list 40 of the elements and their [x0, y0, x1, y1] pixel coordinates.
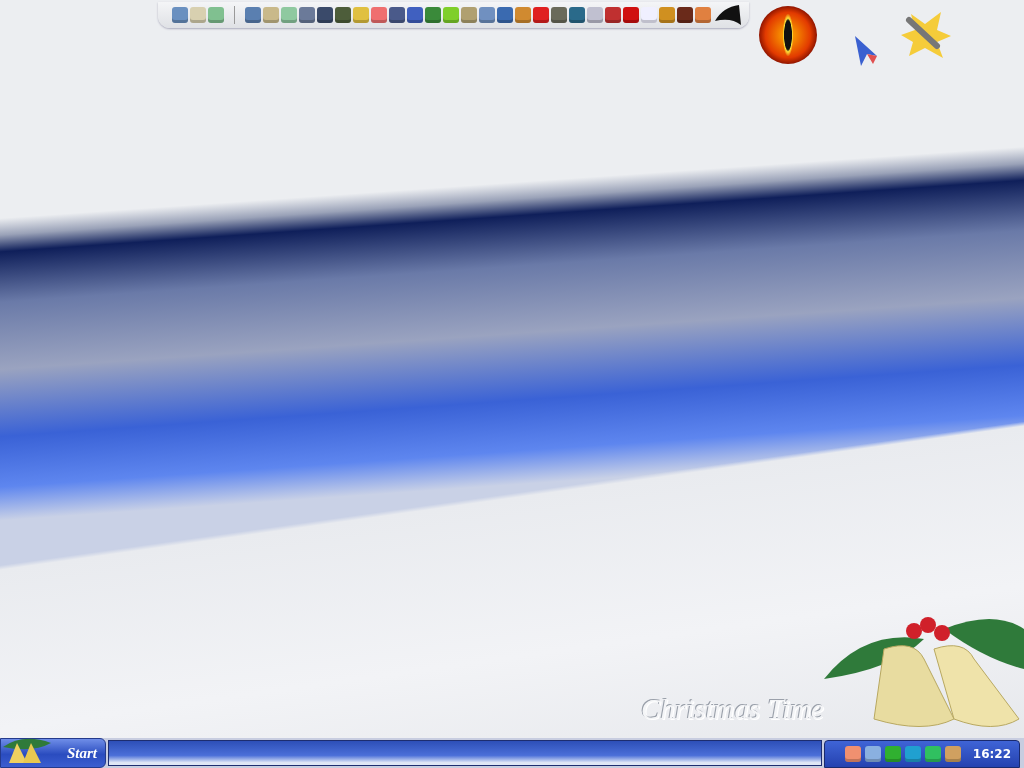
- wallpaper-caption: Christmas Time: [641, 693, 824, 726]
- app-icon[interactable]: [677, 7, 693, 23]
- clock: 16:22: [972, 747, 1011, 761]
- tray-icon[interactable]: [844, 746, 861, 762]
- app-icon[interactable]: [533, 7, 549, 23]
- app-icon[interactable]: [479, 7, 495, 23]
- tray-icon[interactable]: [884, 746, 901, 762]
- tray-icon[interactable]: [944, 746, 961, 762]
- app-icon[interactable]: [353, 7, 369, 23]
- tray-icon[interactable]: [904, 746, 921, 762]
- tray-icon[interactable]: [864, 746, 881, 762]
- app-icon[interactable]: [515, 7, 531, 23]
- tray-icon[interactable]: [924, 746, 941, 762]
- app-icon[interactable]: [208, 7, 224, 23]
- start-button[interactable]: Start: [0, 738, 106, 768]
- app-icon[interactable]: [425, 7, 441, 23]
- app-icon[interactable]: [389, 7, 405, 23]
- app-icon[interactable]: [317, 7, 333, 23]
- app-icon[interactable]: [605, 7, 621, 23]
- app-icon[interactable]: [641, 7, 657, 23]
- app-icon[interactable]: [443, 7, 459, 23]
- app-icon[interactable]: [497, 7, 513, 23]
- app-icon[interactable]: [281, 7, 297, 23]
- app-icon[interactable]: [407, 7, 423, 23]
- hat-icon[interactable]: [713, 3, 743, 27]
- app-icon[interactable]: [172, 7, 188, 23]
- app-icon[interactable]: [461, 7, 477, 23]
- app-icon[interactable]: [245, 7, 261, 23]
- app-icon[interactable]: [335, 7, 351, 23]
- app-icon[interactable]: [551, 7, 567, 23]
- app-icon[interactable]: [299, 7, 315, 23]
- app-icon[interactable]: [263, 7, 279, 23]
- app-icon[interactable]: [569, 7, 585, 23]
- eye-icon[interactable]: [759, 6, 817, 64]
- app-icon[interactable]: [659, 7, 675, 23]
- app-icon[interactable]: [587, 7, 603, 23]
- app-icon[interactable]: [623, 7, 639, 23]
- app-icon[interactable]: [695, 7, 711, 23]
- app-icon[interactable]: [371, 7, 387, 23]
- app-icon[interactable]: [190, 7, 206, 23]
